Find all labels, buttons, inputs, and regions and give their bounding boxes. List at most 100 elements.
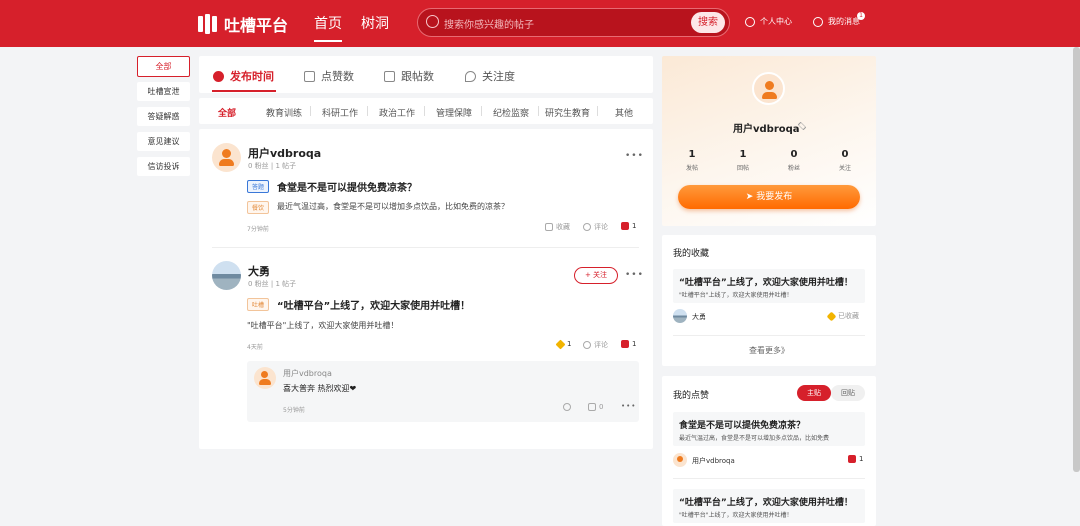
reply-comment-button[interactable] [563,403,574,411]
avatar[interactable] [212,143,241,172]
tab-publish-time[interactable]: 发布时间 [213,68,274,84]
messages-label: 我的消息 [828,17,860,26]
follow-button[interactable]: + 关注 [574,267,618,284]
tab-likes[interactable]: 点赞数 [304,68,354,84]
category-other[interactable]: 其他 [615,106,633,119]
nav-treehole[interactable]: 树洞 [361,13,389,33]
post-author[interactable]: 大勇 [248,263,270,279]
nav-home[interactable]: 首页 [314,13,342,42]
publish-label: 我要发布 [756,192,793,202]
post-body[interactable]: "吐槽平台"上线了，欢迎大家使用并吐槽！ [247,320,398,331]
like-button[interactable]: 1 [621,222,636,230]
comment-icon [563,403,571,411]
liked-item-title: 食堂是不是可以提供免费凉茶？ [679,421,806,431]
post-time: 4天前 [247,344,263,351]
post-author[interactable]: 用户vdbroqa [248,145,321,161]
avatar[interactable] [254,367,276,389]
publish-button[interactable]: ➤ 我要发布 [678,185,860,209]
comment-button[interactable]: 评论 [583,340,608,350]
search-button[interactable]: 搜索 [691,12,725,33]
reply-author[interactable]: 用户vdbroqa [283,368,332,379]
comment-button[interactable]: 评论 [583,222,608,232]
thumb-up-icon [304,70,315,82]
title-tag: 答题 [247,180,270,193]
profile-avatar[interactable] [752,72,785,105]
messages-link[interactable]: 我的消息 [813,16,860,27]
like-button[interactable]: 1 [621,340,636,348]
post-title[interactable]: “吐槽平台”上线了，欢迎大家使用并吐槽！ [277,297,470,312]
avatar[interactable] [212,261,241,290]
favorite-item-title: “吐槽平台”上线了，欢迎大家使用并吐槽！ [679,278,853,288]
post-title[interactable]: 食堂是不是可以提供免费凉茶？ [277,179,417,194]
category-discipline[interactable]: 纪检监察 [493,106,529,119]
toggle-replies[interactable]: 回贴 [831,385,865,401]
tab-replies[interactable]: 跟帖数 [384,68,434,84]
avatar-icon [765,81,774,90]
liked-item[interactable]: “吐槽平台”上线了，欢迎大家使用并吐槽！ "吐槽平台"上线了，欢迎大家使用并吐槽… [673,489,865,523]
sidebar-item-vent[interactable]: 吐槽宣泄 [137,82,190,101]
stat-followers[interactable]: 0 粉丝 [774,149,814,172]
stat-label: 粉丝 [787,165,800,172]
more-options-icon[interactable]: ••• [625,151,644,161]
liked-count-indicator[interactable]: 1 [848,455,863,463]
comment-label: 评论 [594,223,608,231]
tab-label: 跟帖数 [401,70,434,83]
collected-status[interactable]: 已收藏 [826,311,859,321]
divider [673,478,865,479]
liked-item[interactable]: 食堂是不是可以提供免费凉茶？ 最近气温过高，食堂是不是可以增加多点饮品，比如免费 [673,412,865,446]
stat-label: 关注 [838,165,851,172]
category-all[interactable]: 全部 [218,106,236,119]
category-bar: 全部 教育训练 科研工作 政治工作 管理保障 纪检监察 研究生教育 其他 [199,98,653,124]
avatar-icon [261,371,268,378]
sidebar-item-qa[interactable]: 答疑解惑 [137,107,190,126]
favorite-item[interactable]: “吐槽平台”上线了，欢迎大家使用并吐槽！ "吐槽平台"上线了，欢迎大家使用并吐槽… [673,269,865,303]
more-options-icon[interactable]: ••• [621,402,636,410]
active-tab-underline [212,90,276,92]
sidebar-item-complaints[interactable]: 信访投诉 [137,157,190,176]
category-separator [481,106,482,116]
view-more-link[interactable]: 查看更多》 [662,345,876,356]
category-education[interactable]: 教育训练 [266,106,302,119]
stat-replies[interactable]: 1 回帖 [723,149,763,172]
personal-center-link[interactable]: 个人中心 [745,16,792,27]
send-icon: ➤ [745,192,757,202]
favorites-card: 我的收藏 “吐槽平台”上线了，欢迎大家使用并吐槽！ "吐槽平台"上线了，欢迎大家… [662,235,876,366]
category-politics[interactable]: 政治工作 [379,106,415,119]
brand-logo[interactable]: 吐槽平台 [198,12,288,36]
reply-text: 喜大普奔 热烈欢迎❤ [283,384,357,393]
category-research[interactable]: 科研工作 [322,106,358,119]
category-separator [424,106,425,116]
liked-author[interactable]: 用户vdbroqa [692,456,735,466]
sidebar-item-all[interactable]: 全部 [137,56,190,77]
avatar[interactable] [673,309,687,323]
like-count: 1 [632,340,637,348]
stat-following[interactable]: 0 关注 [825,149,865,172]
collect-button[interactable]: 收藏 [545,222,570,232]
brand-name: 吐槽平台 [224,16,289,35]
favorites-title: 我的收藏 [673,249,710,259]
page-scrollbar[interactable] [1073,47,1080,472]
tab-attention[interactable]: 关注度 [465,68,515,84]
stat-value: 0 [841,149,849,160]
category-graduate[interactable]: 研究生教育 [545,106,590,119]
stat-posts[interactable]: 1 发帖 [672,149,712,172]
star-outline-icon [545,223,553,231]
comment-label: 评论 [594,341,608,349]
category-management[interactable]: 管理保障 [436,106,472,119]
tab-label: 发布时间 [230,70,274,83]
star-button[interactable]: 1 [555,339,571,349]
favorite-author[interactable]: 大勇 [692,312,706,322]
top-bar: 吐槽平台 首页 树洞 搜索你感兴趣的帖子 搜索 个人中心 我的消息 1 [0,0,1080,47]
search-input[interactable]: 搜索你感兴趣的帖子 [444,16,534,31]
more-options-icon[interactable]: ••• [625,270,644,280]
post-body[interactable]: 最近气温过高，食堂是不是可以增加多点饮品，比如免费的凉茶？ [277,201,509,212]
author-meta: 0 粉丝 | 1 帖子 [248,280,297,288]
divider [673,335,865,336]
reply-like-button[interactable]: 0 [588,403,603,411]
star-icon [826,311,837,321]
avatar[interactable] [673,453,687,467]
sidebar-item-suggestions[interactable]: 意见建议 [137,132,190,151]
search-bar: 搜索你感兴趣的帖子 搜索 [417,8,730,37]
stat-value: 1 [688,149,696,160]
toggle-main-posts[interactable]: 主贴 [797,385,831,401]
